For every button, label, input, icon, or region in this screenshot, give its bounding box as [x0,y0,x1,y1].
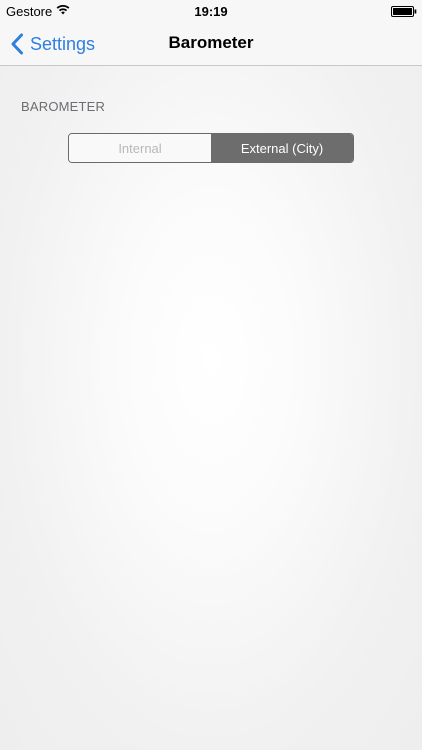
segment-internal[interactable]: Internal [69,134,211,162]
navigation-bar: Settings Barometer [0,22,422,66]
battery-icon [391,6,417,17]
section-header: BAROMETER [21,99,106,114]
segment-external-city[interactable]: External (City) [211,134,353,162]
page-title: Barometer [168,33,254,52]
barometer-source-segmented-control: Internal External (City) [68,133,354,163]
status-bar: Gestore 19:19 [0,0,422,22]
status-time: 19:19 [194,4,228,19]
